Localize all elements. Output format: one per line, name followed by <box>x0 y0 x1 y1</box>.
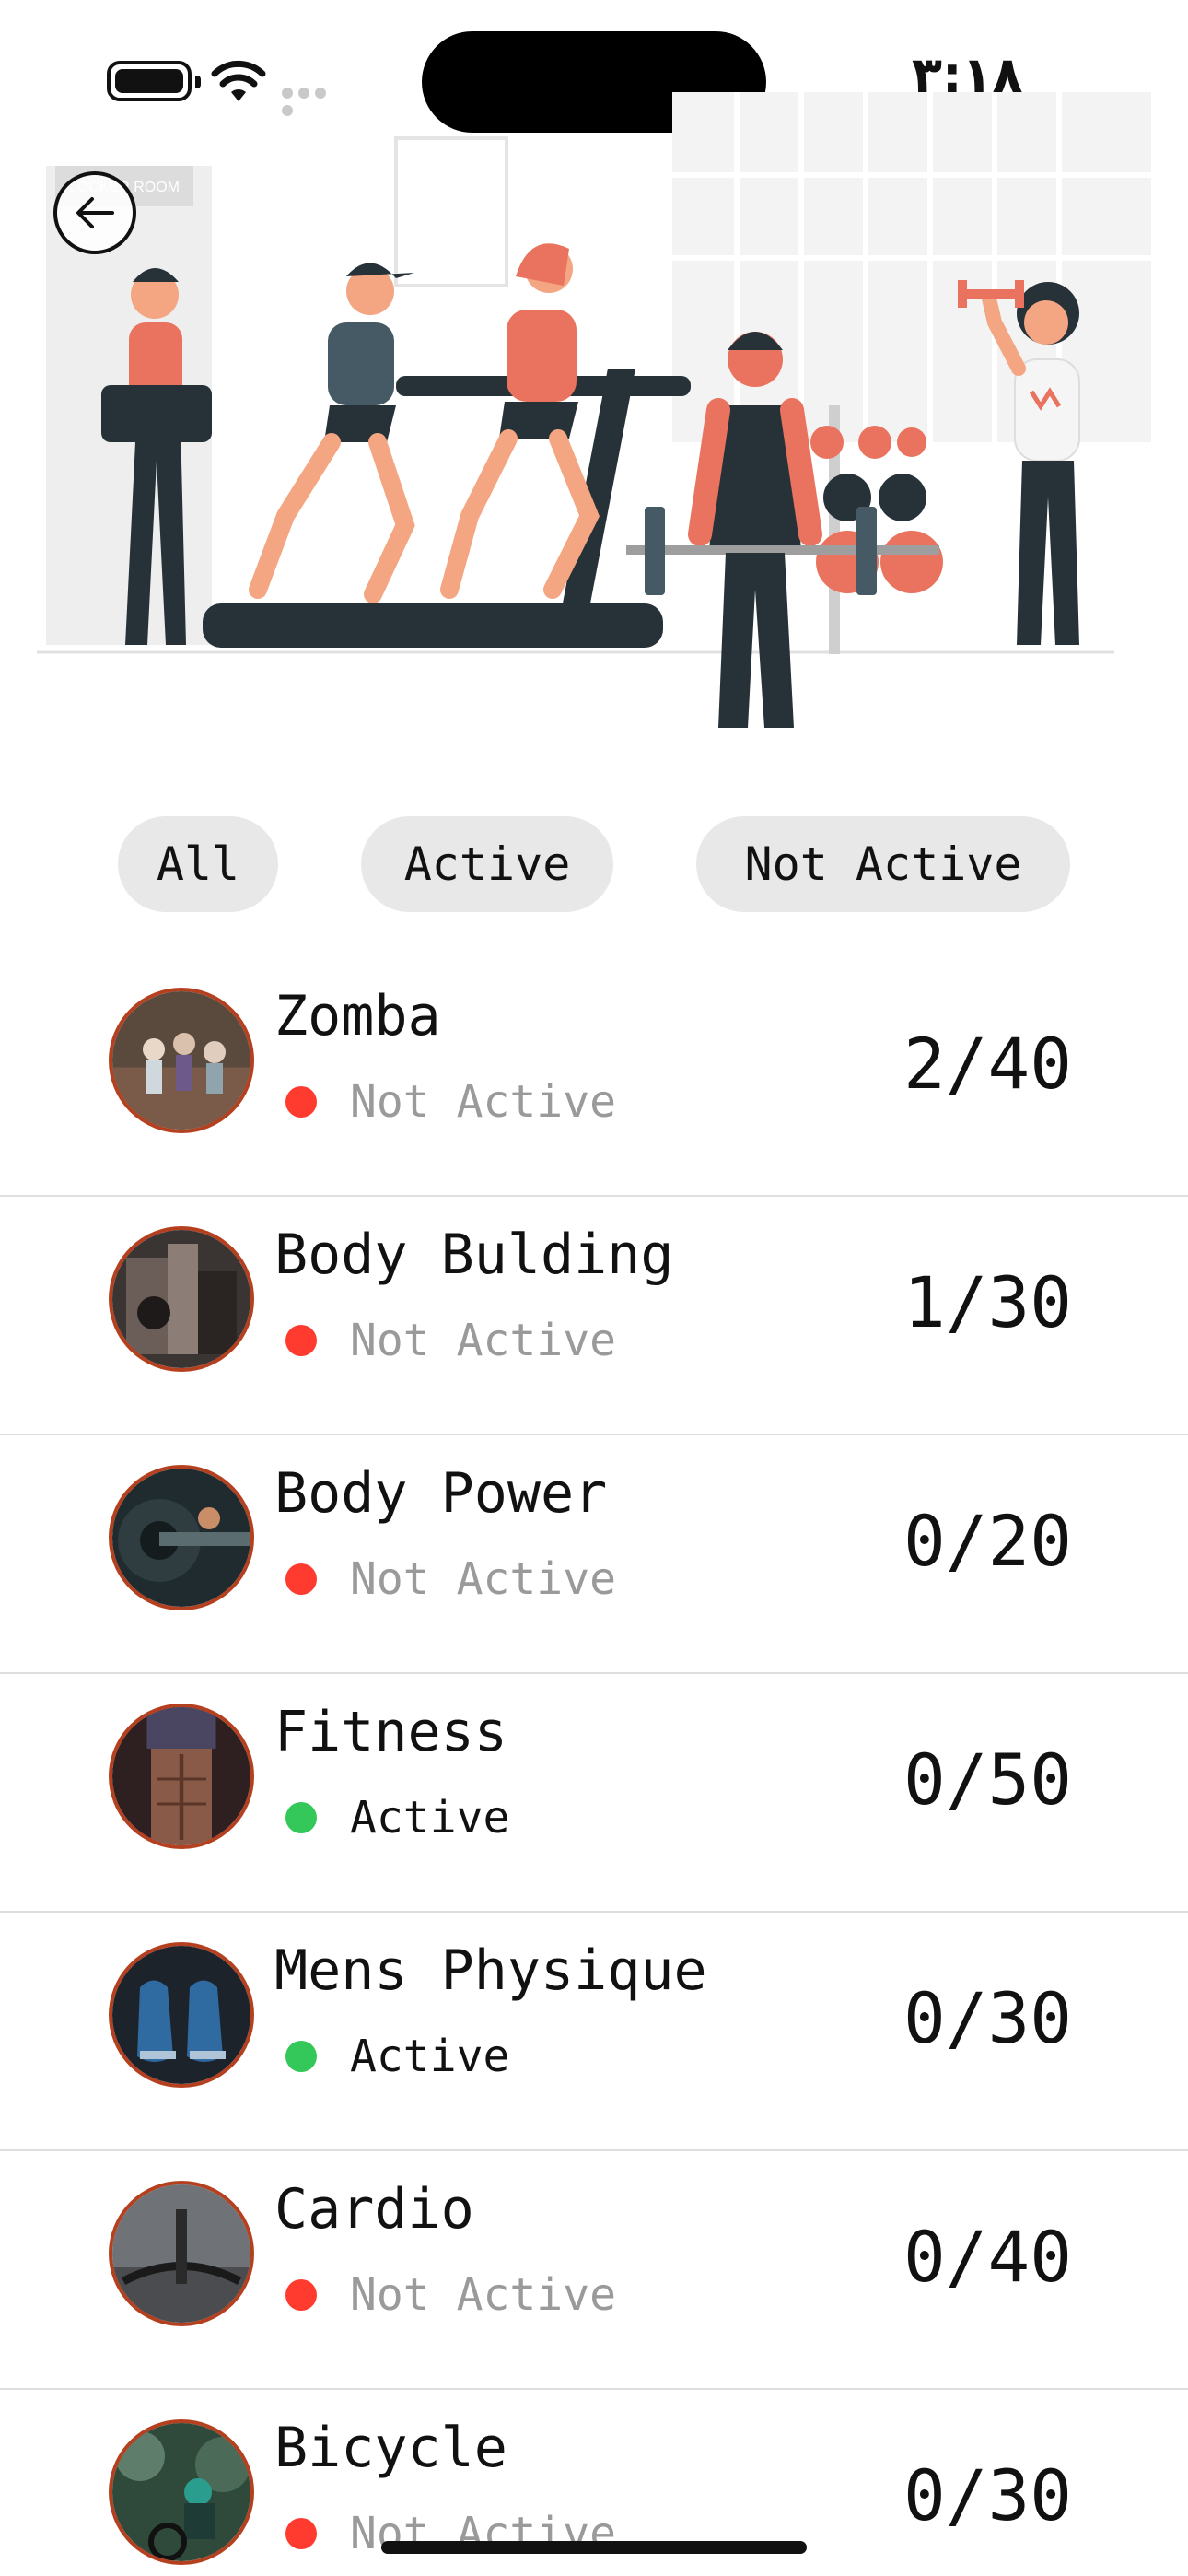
status-label: Not Active <box>350 1315 616 1366</box>
class-list: Zomba Not Active 2/40 Body Bulding Not A… <box>0 958 1188 2576</box>
list-item[interactable]: Fitness Active 0/50 <box>0 1674 1188 1913</box>
status-label: Active <box>350 1792 510 1844</box>
group-class-photo <box>109 988 254 1133</box>
enrollment-count: 0/50 <box>903 1739 1072 1821</box>
filter-all[interactable]: All <box>118 816 278 912</box>
arrow-left-icon <box>76 197 114 228</box>
home-indicator[interactable] <box>381 2541 807 2554</box>
cyclist-photo <box>109 2419 254 2565</box>
class-name: Zomba <box>274 984 441 1048</box>
list-item[interactable]: Zomba Not Active 2/40 <box>0 958 1188 1197</box>
barbell-gym-photo <box>109 1226 254 1372</box>
status-label: Active <box>350 2031 510 2082</box>
class-name: Fitness <box>274 1700 507 1764</box>
enrollment-count: 0/20 <box>903 1500 1072 1582</box>
bike-handlebar-photo <box>109 2181 254 2326</box>
status-indicator: Not Active <box>285 1553 616 1605</box>
status-dot <box>285 2041 317 2072</box>
list-item[interactable]: Body Bulding Not Active 1/30 <box>0 1197 1188 1435</box>
class-name: Body Power <box>274 1461 608 1526</box>
class-name: Body Bulding <box>274 1223 674 1287</box>
enrollment-count: 0/30 <box>903 1977 1072 2059</box>
status-label: Not Active <box>350 1076 616 1128</box>
class-name: Mens Physique <box>274 1938 707 2003</box>
filter-tabs: All Active Not Active <box>0 816 1188 912</box>
gym-illustration: LOCKER ROOM <box>37 92 1151 728</box>
status-dot <box>285 1086 317 1118</box>
list-item[interactable]: Mens Physique Active 0/30 <box>0 1913 1188 2151</box>
filter-not-active[interactable]: Not Active <box>696 816 1070 912</box>
list-item[interactable]: Body Power Not Active 0/20 <box>0 1435 1188 1674</box>
class-name: Cardio <box>274 2177 474 2242</box>
status-indicator: Not Active <box>285 1315 616 1366</box>
status-indicator: Not Active <box>285 2269 616 2321</box>
status-dot <box>285 1325 317 1356</box>
enrollment-count: 2/40 <box>903 1023 1072 1105</box>
status-dot <box>285 1802 317 1833</box>
abs-photo <box>109 1704 254 1849</box>
status-label: Not Active <box>350 1553 616 1605</box>
filter-active[interactable]: Active <box>361 816 613 912</box>
list-item[interactable]: Cardio Not Active 0/40 <box>0 2151 1188 2390</box>
back-button[interactable] <box>53 171 136 254</box>
status-label: Not Active <box>350 2269 616 2321</box>
status-dot <box>285 2518 317 2549</box>
status-indicator: Active <box>285 2031 509 2082</box>
class-name: Bicycle <box>274 2416 507 2480</box>
enrollment-count: 0/40 <box>903 2216 1072 2298</box>
status-indicator: Active <box>285 1792 509 1844</box>
status-dot <box>285 2279 317 2311</box>
status-dot <box>285 1563 317 1595</box>
sneakers-photo <box>109 1942 254 2088</box>
weight-plate-photo <box>109 1465 254 1610</box>
status-indicator: Not Active <box>285 1076 616 1128</box>
enrollment-count: 0/30 <box>903 2454 1072 2536</box>
enrollment-count: 1/30 <box>903 1261 1072 1343</box>
